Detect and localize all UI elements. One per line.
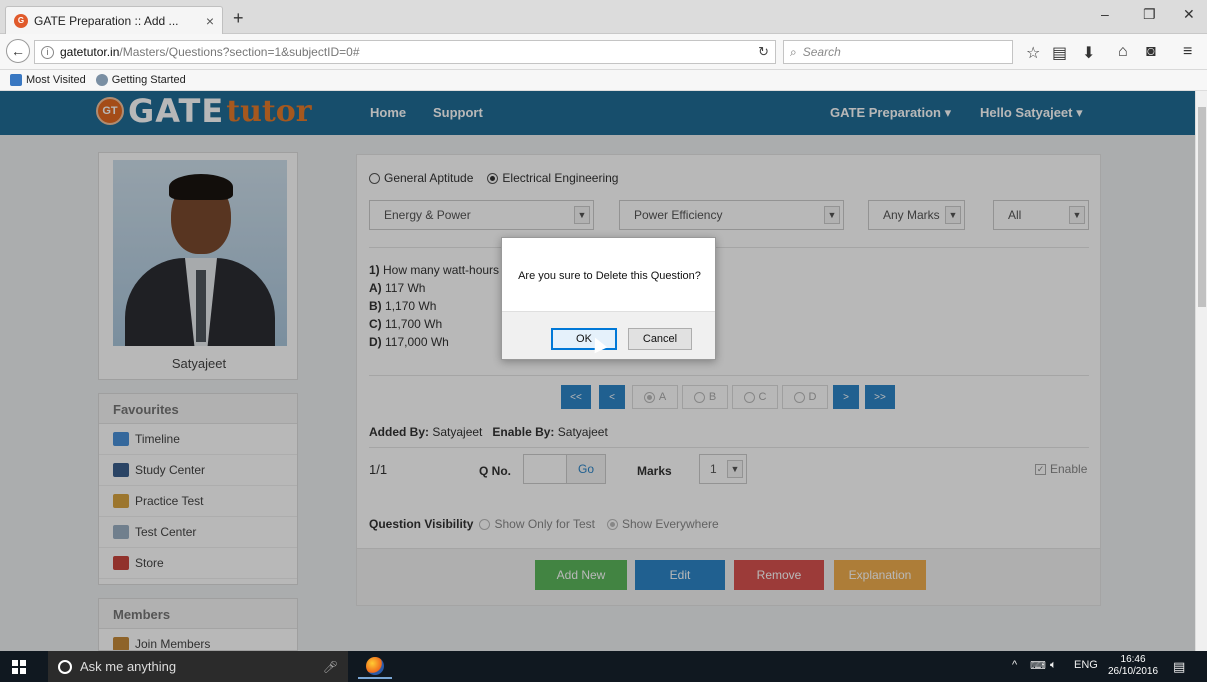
network-icon[interactable]: ⌨ xyxy=(1030,659,1046,672)
info-icon[interactable]: i xyxy=(41,45,54,59)
bookmark-star-icon[interactable]: ☆ xyxy=(1026,43,1040,63)
cancel-button[interactable]: Cancel xyxy=(628,328,692,350)
site-favicon-icon: G xyxy=(14,13,28,28)
new-tab-button[interactable]: + xyxy=(233,8,244,29)
most-visited-icon xyxy=(10,74,22,86)
minimize-icon[interactable]: – xyxy=(1101,6,1109,22)
address-bar[interactable]: i gatetutor.in /Masters/Questions?sectio… xyxy=(34,40,776,64)
url-host: gatetutor.in xyxy=(60,45,120,59)
tab-title: GATE Preparation :: Add ... xyxy=(34,13,179,28)
page-scrollbar[interactable] xyxy=(1195,91,1207,651)
reload-icon[interactable]: ↻ xyxy=(758,44,769,60)
dialog-button-area: OK Cancel xyxy=(502,311,715,359)
firefox-taskbar-icon[interactable] xyxy=(358,654,392,679)
bookmarks-toolbar: Most Visited Getting Started xyxy=(0,70,1207,91)
language-indicator[interactable]: ENG xyxy=(1074,659,1098,671)
menu-hamburger-icon[interactable]: ≡ xyxy=(1183,43,1192,61)
globe-icon xyxy=(95,74,108,86)
tray-chevron-icon[interactable]: ^ xyxy=(1012,659,1017,671)
browser-tab[interactable]: G GATE Preparation :: Add ... × xyxy=(5,6,223,34)
modal-overlay xyxy=(0,91,1195,651)
browser-search-input[interactable]: ⌕ Search xyxy=(783,40,1013,64)
cortana-icon xyxy=(58,659,72,674)
dialog-message: Are you sure to Delete this Question? xyxy=(518,270,701,282)
bookmark-getting-started[interactable]: Getting Started xyxy=(95,74,186,86)
tab-close-icon[interactable]: × xyxy=(206,13,214,29)
search-placeholder: Search xyxy=(802,45,841,59)
system-clock[interactable]: 16:46 26/10/2016 xyxy=(1108,654,1158,678)
browser-tab-bar: G GATE Preparation :: Add ... × + – ❐ ✕ xyxy=(0,0,1207,34)
url-path: /Masters/Questions?section=1&subjectID=0… xyxy=(119,45,360,59)
pocket-icon[interactable]: ◙ xyxy=(1146,43,1156,61)
back-arrow-icon[interactable]: ← xyxy=(6,39,30,63)
bookmark-most-visited[interactable]: Most Visited xyxy=(10,74,86,86)
confirm-delete-dialog: Are you sure to Delete this Question? OK… xyxy=(501,237,716,360)
windows-start-icon[interactable] xyxy=(12,660,26,674)
home-icon[interactable]: ⌂ xyxy=(1118,43,1128,61)
cortana-search-box[interactable]: Ask me anything 🎤︎ xyxy=(48,651,348,682)
close-window-icon[interactable]: ✕ xyxy=(1183,6,1195,23)
download-icon[interactable]: ⬇ xyxy=(1082,43,1095,63)
browser-nav-bar: ← i gatetutor.in /Masters/Questions?sect… xyxy=(0,34,1207,70)
restore-icon[interactable]: ❐ xyxy=(1143,6,1156,23)
microphone-icon[interactable]: 🎤︎ xyxy=(323,660,338,674)
bookmarks-library-icon[interactable]: ▤ xyxy=(1052,43,1067,63)
search-icon: ⌕ xyxy=(790,44,797,59)
volume-icon[interactable]: 🔈︎ xyxy=(1050,659,1057,672)
action-center-icon[interactable]: ▤ xyxy=(1173,659,1185,675)
windows-taskbar: Ask me anything 🎤︎ ^ ⌨ 🔈︎ ENG 16:46 26/1… xyxy=(0,651,1207,682)
